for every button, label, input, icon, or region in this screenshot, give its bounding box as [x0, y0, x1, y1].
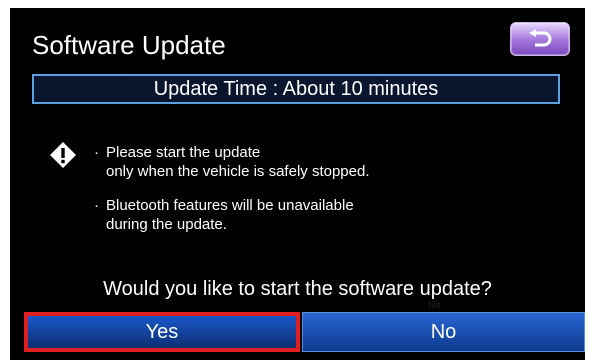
notice-line: during the update.: [106, 216, 227, 233]
page-title: Software Update: [32, 30, 226, 60]
infotainment-screen: Software Update Update Time : About 10 m…: [10, 8, 585, 360]
update-question: Would you like to start the software upd…: [103, 278, 492, 300]
yes-button[interactable]: Yes: [24, 312, 300, 352]
notice-line: Bluetooth features will be unavailable: [106, 197, 354, 214]
no-button[interactable]: No: [302, 312, 585, 352]
notice-line: Please start the update: [106, 144, 261, 161]
warning-diamond-icon: [48, 140, 78, 175]
notice-line: only when the vehicle is safely stopped.: [106, 163, 370, 180]
no-label-overlay: No: [428, 300, 441, 311]
notice-item: Please start the update only when the ve…: [94, 143, 370, 181]
update-time-banner: Update Time : About 10 minutes: [32, 74, 560, 104]
back-button[interactable]: [510, 22, 570, 56]
notice-list: Please start the update only when the ve…: [94, 143, 370, 249]
notice-item: Bluetooth features will be unavailable d…: [94, 196, 370, 234]
